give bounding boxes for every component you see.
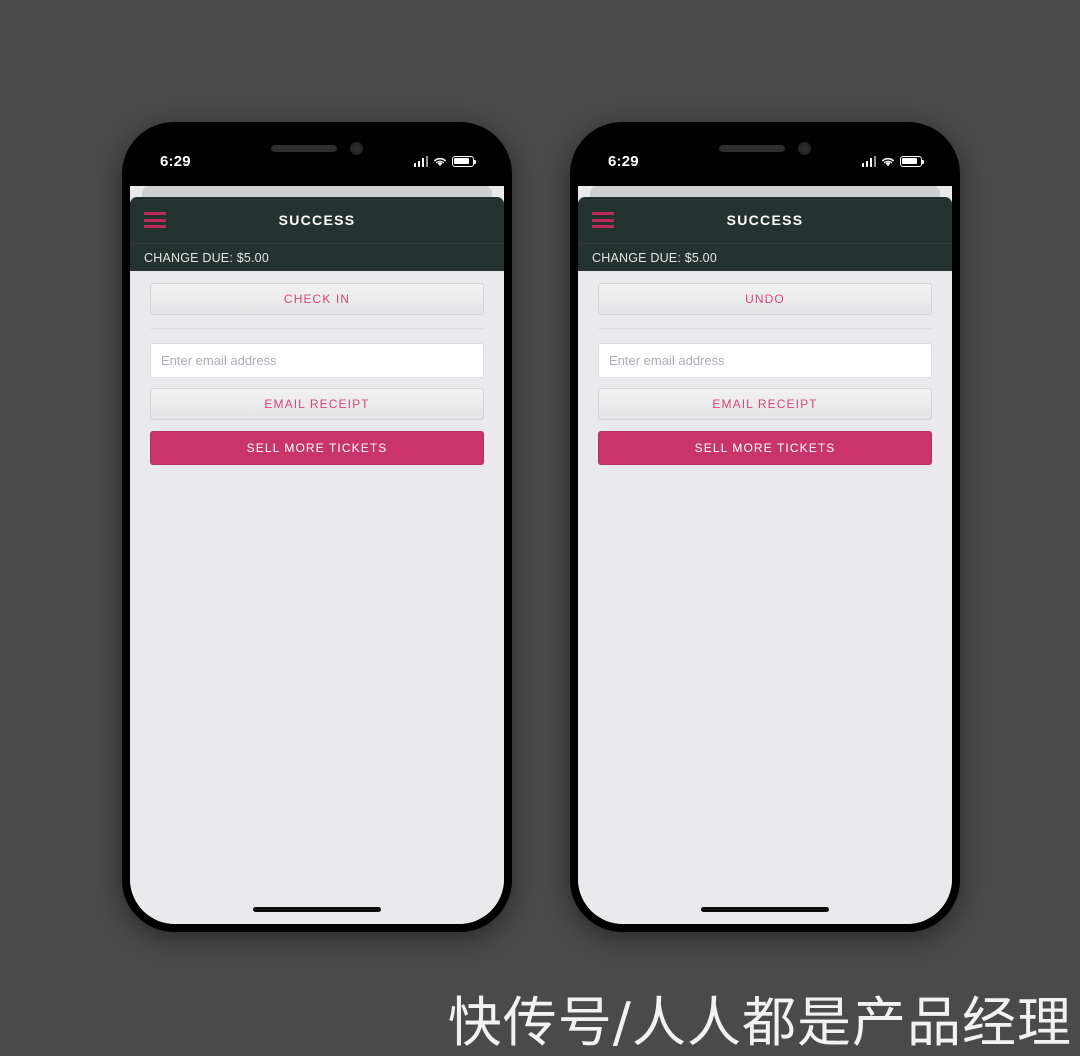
app-bar-right: SUCCESS: [578, 197, 952, 243]
email-input-left[interactable]: [150, 343, 484, 378]
battery-icon: [452, 155, 477, 167]
status-bar-left: 6:29: [130, 130, 504, 186]
content-area-right: UNDO EMAIL RECEIPT SELL MORE TICKETS: [578, 271, 952, 894]
earpiece-speaker-icon: [719, 145, 785, 152]
phone-screen-left: 6:29 SUCCESS CHANGE DUE: $5.00 CHECK IN …: [130, 130, 504, 924]
front-camera-icon: [350, 142, 363, 155]
content-area-left: CHECK IN EMAIL RECEIPT SELL MORE TICKETS: [130, 271, 504, 894]
cellular-signal-icon: [861, 155, 876, 167]
app-viewport-left: SUCCESS CHANGE DUE: $5.00 CHECK IN EMAIL…: [130, 186, 504, 924]
status-time-left: 6:29: [160, 152, 191, 170]
card-top-edge-left: [130, 186, 504, 197]
check-in-button[interactable]: CHECK IN: [150, 283, 484, 315]
section-divider: [150, 328, 484, 329]
home-indicator[interactable]: [701, 906, 829, 912]
sell-more-tickets-button[interactable]: SELL MORE TICKETS: [598, 431, 932, 465]
screenshot-canvas: 6:29 SUCCESS CHANGE DUE: $5.00 CHECK IN …: [0, 0, 1080, 1056]
battery-icon: [900, 155, 925, 167]
app-viewport-right: SUCCESS CHANGE DUE: $5.00 UNDO EMAIL REC…: [578, 186, 952, 924]
card-top-edge-right: [578, 186, 952, 197]
email-receipt-button[interactable]: EMAIL RECEIPT: [150, 388, 484, 420]
wifi-icon: [881, 156, 895, 167]
section-divider: [598, 328, 932, 329]
email-input-right[interactable]: [598, 343, 932, 378]
status-indicators-right: [861, 155, 925, 167]
phone-mockup-right: 6:29 SUCCESS CHANGE DUE: $5.00 UNDO Ente…: [570, 122, 960, 932]
status-indicators-left: [413, 155, 477, 167]
cellular-signal-icon: [413, 155, 428, 167]
status-bar-right: 6:29: [578, 130, 952, 186]
change-due-text: CHANGE DUE: $5.00: [144, 250, 269, 265]
hamburger-menu-icon[interactable]: [592, 212, 614, 228]
sell-more-tickets-button[interactable]: SELL MORE TICKETS: [150, 431, 484, 465]
front-camera-icon: [798, 142, 811, 155]
undo-button[interactable]: UNDO: [598, 283, 932, 315]
home-indicator[interactable]: [253, 906, 381, 912]
change-due-text: CHANGE DUE: $5.00: [592, 250, 717, 265]
home-indicator-area-left: [130, 894, 504, 924]
email-receipt-button[interactable]: EMAIL RECEIPT: [598, 388, 932, 420]
phone-screen-right: 6:29 SUCCESS CHANGE DUE: $5.00 UNDO Ente…: [578, 130, 952, 924]
change-due-bar-left: CHANGE DUE: $5.00: [130, 243, 504, 271]
earpiece-speaker-icon: [271, 145, 337, 152]
hamburger-menu-icon[interactable]: [144, 212, 166, 228]
home-indicator-area-right: [578, 894, 952, 924]
page-title-right: SUCCESS: [726, 212, 804, 228]
status-time-right: 6:29: [608, 152, 639, 170]
notch-right: [719, 142, 811, 155]
phone-mockup-left: 6:29 SUCCESS CHANGE DUE: $5.00 CHECK IN …: [122, 122, 512, 932]
wifi-icon: [433, 156, 447, 167]
page-title-left: SUCCESS: [278, 212, 356, 228]
watermark-text: 快传号/人人都是产品经理: [447, 990, 1072, 1054]
change-due-bar-right: CHANGE DUE: $5.00: [578, 243, 952, 271]
notch-left: [271, 142, 363, 155]
app-bar-left: SUCCESS: [130, 197, 504, 243]
